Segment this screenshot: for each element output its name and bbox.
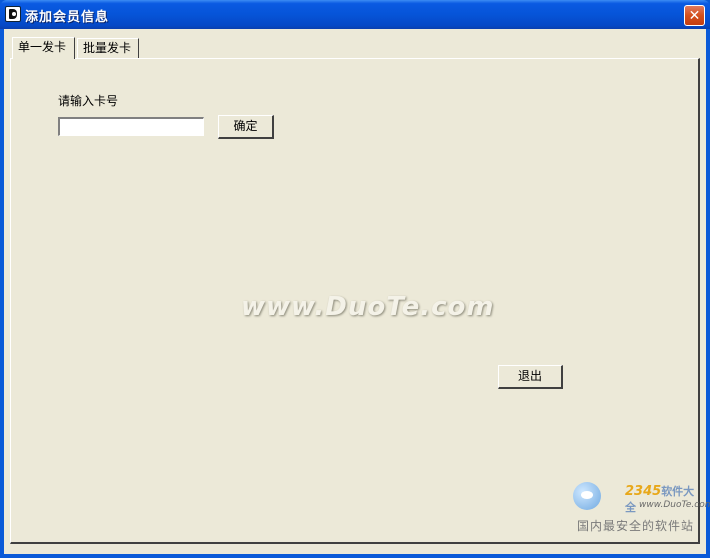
close-button[interactable]: ✕ xyxy=(684,5,705,26)
window-title: 添加会员信息 xyxy=(25,10,110,25)
brand-url: www.DuoTe.com xyxy=(639,500,710,510)
card-number-input[interactable] xyxy=(58,117,204,136)
watermark-text: www.DuoTe.com xyxy=(241,292,495,322)
mascot-icon xyxy=(573,482,601,510)
card-number-label: 请输入卡号 xyxy=(58,94,119,108)
brand-logo: 2345软件大全 xyxy=(625,483,704,515)
confirm-button[interactable]: 确定 xyxy=(218,115,274,139)
tab-batch-issue[interactable]: 批量发卡 xyxy=(77,38,139,58)
brand-logo-number: 2345 xyxy=(625,484,662,499)
brand-watermark: 2345软件大全 www.DuoTe.com 国内最安全的软件站 xyxy=(569,479,710,539)
client-area: 单一发卡 批量发卡 请输入卡号 确定 www.DuoTe.com 退出 2345… xyxy=(4,29,710,554)
brand-slogan: 国内最安全的软件站 xyxy=(577,519,695,533)
app-window: 添加会员信息 ✕ 单一发卡 批量发卡 请输入卡号 确定 www.DuoTe.co… xyxy=(0,0,710,558)
exit-button[interactable]: 退出 xyxy=(498,365,563,389)
tab-single-issue[interactable]: 单一发卡 xyxy=(12,37,75,59)
title-bar[interactable]: 添加会员信息 ✕ xyxy=(0,0,710,29)
app-icon xyxy=(5,6,21,22)
tab-panel-single-issue: 请输入卡号 确定 www.DuoTe.com 退出 xyxy=(10,58,700,544)
close-icon: ✕ xyxy=(688,7,701,24)
